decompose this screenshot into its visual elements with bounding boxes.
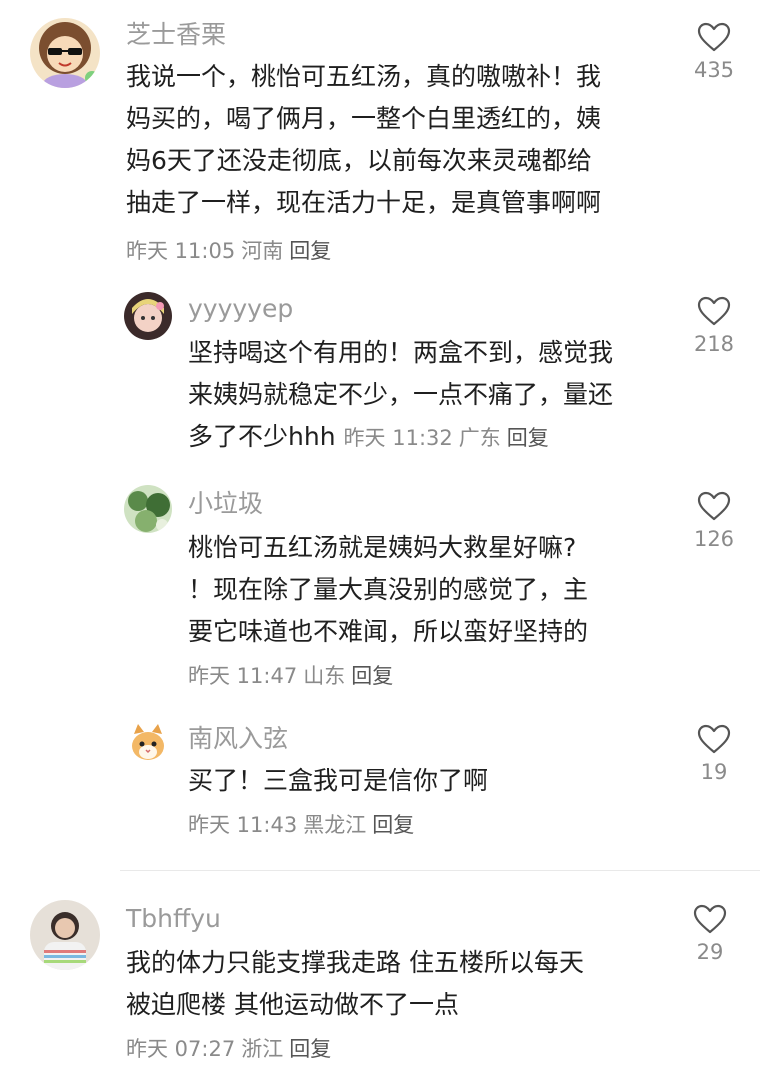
timestamp: 昨天 11:32 [343, 426, 453, 450]
comment-line: 桃怡可五红汤就是姨妈大救星好嘛? [188, 533, 577, 562]
reply-button[interactable]: 回复 [507, 426, 549, 450]
like-count: 435 [693, 58, 735, 82]
avatar[interactable] [124, 292, 172, 340]
location: 广东 [458, 426, 501, 450]
like-button[interactable]: 19 [684, 724, 744, 784]
username[interactable]: 芝士香栗 [126, 18, 226, 52]
girl-photo-avatar-icon [30, 900, 100, 970]
heart-icon [697, 724, 731, 754]
location: 黑龙江 [303, 813, 367, 837]
timestamp: 昨天 11:43 [188, 813, 298, 837]
heart-icon [697, 22, 731, 52]
heart-icon [697, 491, 731, 521]
timestamp: 昨天 11:47 [188, 664, 298, 688]
avatar[interactable] [30, 900, 100, 970]
divider [120, 870, 760, 871]
comment-line: 要它味道也不难闻，所以蛮好坚持的 [188, 617, 589, 646]
reply-comment-2: 小垃圾 桃怡可五红汤就是姨妈大救星好嘛? ！现在除了量大真没别的感觉了，主 要它… [0, 475, 760, 705]
avatar[interactable] [124, 720, 172, 768]
reply-button[interactable]: 回复 [289, 239, 331, 263]
username[interactable]: Tbhffyu [126, 902, 221, 936]
location: 河南 [241, 239, 284, 263]
reply-comment-1: yyyyyep 坚持喝这个有用的！两盒不到，感觉我 来姨妈就稳定不少，一点不痛了… [0, 280, 760, 480]
comment-line: 来姨妈就稳定不少，一点不痛了，量还 [188, 380, 614, 409]
comment-line: 坚持喝这个有用的！两盒不到，感觉我 [188, 338, 614, 367]
like-button[interactable]: 218 [684, 296, 744, 356]
like-count: 29 [696, 940, 724, 964]
location: 浙江 [241, 1037, 284, 1061]
heart-icon [697, 296, 731, 326]
reply-button[interactable]: 回复 [372, 813, 414, 837]
comment-text: 我的体力只能支撑我走路 住五楼所以每天 被迫爬楼 其他运动做不了一点 [126, 942, 584, 1026]
cartoon-sunglasses-avatar-icon [30, 18, 100, 88]
comment-meta: 昨天 11:32 广东 回复 [344, 426, 555, 450]
reply-button[interactable]: 回复 [289, 1037, 331, 1061]
comment-line: 被迫爬楼 其他运动做不了一点 [126, 990, 459, 1019]
comment-line: 妈6天了还没走彻底，以前每次来灵魂都给 [126, 146, 592, 175]
like-button[interactable]: 29 [680, 904, 740, 964]
comment-line: ！现在除了量大真没别的感觉了，主 [188, 575, 589, 604]
reply-button[interactable]: 回复 [351, 664, 393, 688]
timestamp: 昨天 11:05 [126, 239, 236, 263]
comment-meta: 昨天 11:43 黑龙江 回复 [188, 810, 420, 840]
like-count: 126 [693, 527, 735, 551]
like-button[interactable]: 435 [684, 22, 744, 82]
location: 山东 [303, 664, 346, 688]
comment-meta: 昨天 07:27 浙江 回复 [126, 1034, 337, 1064]
kitten-avatar-icon [124, 720, 172, 768]
comment-text: 坚持喝这个有用的！两盒不到，感觉我 来姨妈就稳定不少，一点不痛了，量还 多了不少… [188, 332, 613, 459]
reply-comment-3: 南风入弦 买了！三盒我可是信你了啊 昨天 11:43 黑龙江 回复 19 [0, 710, 760, 860]
comment-1: 芝士香栗 我说一个，桃怡可五红汤，真的嗷嗷补！我 妈买的，喝了俩月，一整个白里透… [0, 0, 760, 280]
comment-line-text: 多了不少hhh [188, 422, 336, 451]
timestamp: 昨天 07:27 [126, 1037, 236, 1061]
like-count: 218 [693, 332, 735, 356]
avatar[interactable] [30, 18, 100, 88]
comment-2: Tbhffyu 我的体力只能支撑我走路 住五楼所以每天 被迫爬楼 其他运动做不了… [0, 880, 760, 1080]
username[interactable]: 南风入弦 [188, 722, 288, 756]
comment-meta: 昨天 11:05 河南 回复 [126, 236, 337, 266]
comment-line: 多了不少hhh 昨天 11:32 广东 回复 [188, 416, 613, 459]
comment-text: 买了！三盒我可是信你了啊 [188, 760, 488, 802]
comment-text: 桃怡可五红汤就是姨妈大救星好嘛? ！现在除了量大真没别的感觉了，主 要它味道也不… [188, 527, 588, 653]
comment-meta: 昨天 11:47 山东 回复 [188, 661, 399, 691]
green-leaves-avatar-icon [124, 485, 172, 533]
like-button[interactable]: 126 [684, 491, 744, 551]
avatar[interactable] [124, 485, 172, 533]
username[interactable]: yyyyyep [188, 292, 293, 326]
like-count: 19 [700, 760, 728, 784]
comment-line: 我的体力只能支撑我走路 住五楼所以每天 [126, 948, 584, 977]
comment-line: 我说一个，桃怡可五红汤，真的嗷嗷补！我 [126, 62, 602, 91]
comment-text: 我说一个，桃怡可五红汤，真的嗷嗷补！我 妈买的，喝了俩月，一整个白里透红的，姨 … [126, 56, 601, 224]
comment-line: 买了！三盒我可是信你了啊 [188, 766, 489, 795]
comment-line: 妈买的，喝了俩月，一整个白里透红的，姨 [126, 104, 602, 133]
anime-girl-avatar-icon [124, 292, 172, 340]
comment-line: 抽走了一样，现在活力十足，是真管事啊啊 [126, 188, 602, 217]
heart-icon [693, 904, 727, 934]
username[interactable]: 小垃圾 [188, 487, 263, 521]
